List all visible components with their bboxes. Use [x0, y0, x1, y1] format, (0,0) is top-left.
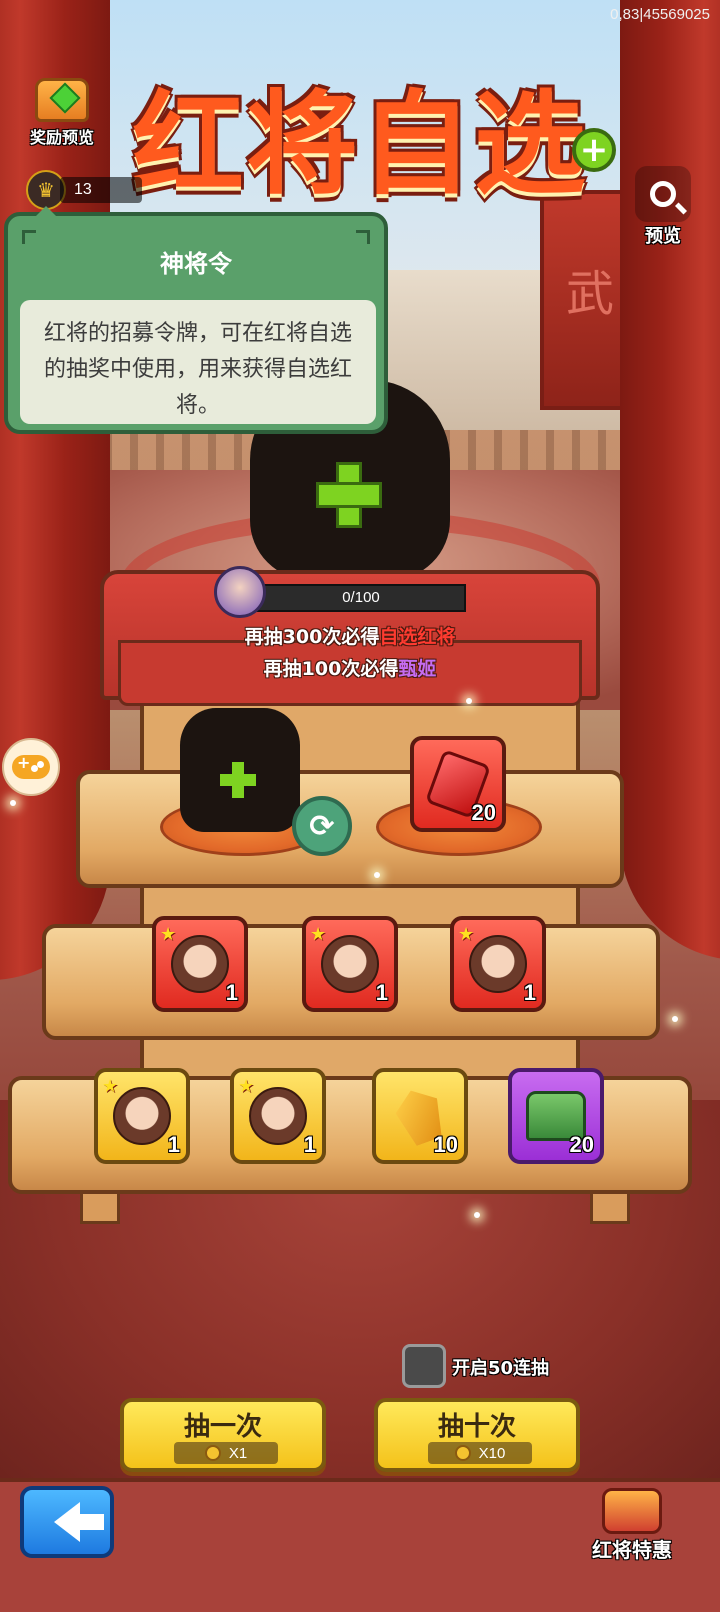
red-hero-deal-button[interactable]: 红将特惠 — [582, 1488, 682, 1563]
open-50-checkbox[interactable] — [402, 1344, 446, 1388]
sparkle — [672, 1016, 678, 1022]
add-hero-icon[interactable] — [316, 462, 382, 528]
back-button[interactable] — [20, 1486, 114, 1558]
reward-item-hero-card[interactable]: ★ 1 — [450, 916, 546, 1012]
gift-pack-icon — [602, 1488, 662, 1534]
pity-line-1-prefix: 再抽300次必得 — [244, 626, 380, 648]
game-stage: 武 0,83|45569025 红将自选 + 奖励预览 预览 ♛ 13 神将令 … — [0, 0, 720, 1612]
add-hero-small-icon[interactable] — [220, 762, 256, 798]
pity-progress-text: 0/100 — [342, 589, 380, 606]
reward-item-hero-card[interactable]: ★ 1 — [152, 916, 248, 1012]
item-tooltip: 神将令 红将的招募令牌，可在红将自选的抽奖中使用，用来获得自选红将。 — [4, 206, 388, 434]
curtain-right — [620, 0, 720, 960]
draw-once-cost-text: X1 — [228, 1444, 248, 1462]
gamepad-icon — [12, 753, 50, 779]
item-count: 1 — [303, 1132, 316, 1157]
sparkle — [466, 698, 472, 704]
treasure-chest-icon — [35, 78, 89, 122]
pity-line-1-highlight: 自选红将 — [379, 626, 456, 648]
swap-hero-button[interactable]: ⟳ — [292, 796, 352, 856]
item-count: 1 — [523, 980, 536, 1005]
draw-ten-cost: X10 — [428, 1442, 532, 1464]
tooltip-description: 红将的招募令牌，可在红将自选的抽奖中使用，用来获得自选红将。 — [20, 300, 376, 424]
hero-portrait-icon — [321, 935, 379, 993]
reward-item-hero-card[interactable]: ★ 1 — [94, 1068, 190, 1164]
red-hero-deal-label: 红将特惠 — [592, 1538, 672, 1562]
pity-line-2-prefix: 再抽100次必得 — [263, 658, 399, 680]
reward-item-hero-card[interactable]: ★ 1 — [302, 916, 398, 1012]
pity-line-2-highlight: 甄姬 — [398, 658, 437, 680]
back-arrow-icon — [54, 1502, 104, 1542]
item-count: 20 — [569, 1132, 594, 1157]
draw-ten-cost-text: X10 — [478, 1444, 506, 1462]
version-text: 0,83|45569025 — [610, 6, 710, 23]
pity-progress-bar: 0/100 — [256, 584, 466, 612]
reward-item-jade-seal[interactable]: 20 — [508, 1068, 604, 1164]
token-icon — [204, 1445, 221, 1461]
reward-preview-label: 奖励预览 — [29, 128, 94, 147]
item-count: 10 — [433, 1132, 458, 1157]
item-count: 1 — [375, 980, 388, 1005]
pity-hero-avatar — [214, 566, 266, 618]
pity-line-2: 再抽100次必得甄姬 — [100, 654, 600, 681]
sparkle — [474, 1212, 480, 1218]
reward-item-gem[interactable]: 20 — [410, 736, 506, 832]
token-count: 13 — [60, 177, 142, 203]
draw-once-button[interactable]: 抽一次 X1 — [120, 1398, 326, 1472]
plus-icon: + — [572, 128, 616, 172]
item-count: 1 — [225, 980, 238, 1005]
page-title: 红将自选 — [132, 80, 588, 210]
reward-item-hero-card[interactable]: ★ 1 — [230, 1068, 326, 1164]
gamepad-button[interactable] — [2, 738, 60, 796]
magnifier-icon — [635, 166, 691, 222]
item-count: 1 — [167, 1132, 180, 1157]
preview-button[interactable]: 预览 — [622, 166, 704, 248]
sparkle — [10, 800, 16, 806]
sparkle — [374, 872, 380, 878]
draw-ten-label: 抽十次 — [437, 1412, 516, 1442]
reward-preview-button[interactable]: 奖励预览 — [22, 78, 102, 148]
draw-once-label: 抽一次 — [183, 1412, 262, 1442]
pity-line-1: 再抽300次必得自选红将 — [100, 622, 600, 649]
hero-portrait-icon — [171, 935, 229, 993]
draw-ten-button[interactable]: 抽十次 X10 — [374, 1398, 580, 1472]
token-icon — [454, 1445, 471, 1461]
open-50-label: 开启50连抽 — [452, 1358, 550, 1379]
hero-portrait-icon — [469, 935, 527, 993]
reward-item-crystal[interactable]: 10 — [372, 1068, 468, 1164]
preview-label: 预览 — [645, 226, 681, 247]
hero-portrait-icon — [113, 1087, 171, 1145]
draw-once-cost: X1 — [174, 1442, 278, 1464]
tooltip-title: 神将令 — [160, 250, 232, 278]
item-count: 20 — [471, 800, 496, 825]
hero-portrait-icon — [249, 1087, 307, 1145]
